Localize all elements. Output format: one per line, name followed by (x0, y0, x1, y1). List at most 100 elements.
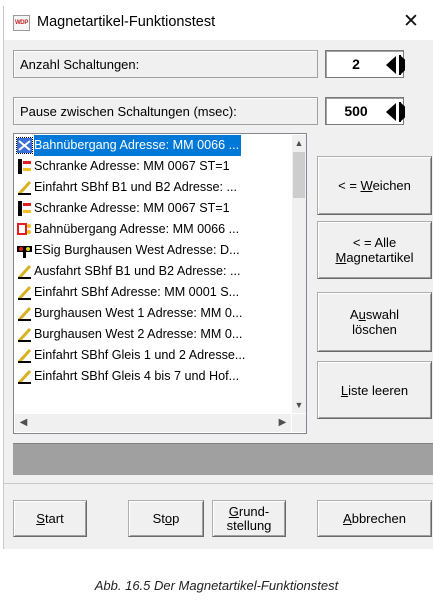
list-item[interactable]: Bahnübergang Adresse: MM 0066 ... (15, 219, 291, 240)
add-turnouts-button[interactable]: < = Weichen (317, 156, 432, 215)
turnout-icon (17, 264, 32, 280)
stop-button[interactable]: Stop (128, 500, 204, 537)
list-item-label: Schranke Adresse: MM 0067 ST=1 (34, 159, 230, 173)
window-title: Magnetartikel-Funktionstest (37, 14, 216, 30)
list-item[interactable]: Einfahrt SBhf Adresse: MM 0001 S... (15, 282, 291, 303)
list-item-label: Einfahrt SBhf Gleis 1 und 2 Adresse... (34, 348, 246, 362)
clear-selection-button[interactable]: Auswahl löschen (317, 292, 432, 352)
scroll-corner (292, 414, 306, 432)
list-item-label: Einfahrt SBhf Adresse: MM 0001 S... (34, 285, 240, 299)
list-item[interactable]: Einfahrt SBhf B1 und B2 Adresse: ... (15, 177, 291, 198)
scroll-down-icon[interactable]: ▼ (292, 397, 306, 413)
list-item-label: Einfahrt SBhf B1 und B2 Adresse: ... (34, 180, 238, 194)
scroll-right-icon[interactable]: ▶ (274, 414, 291, 432)
arrow-right-icon (401, 102, 405, 121)
button-text: St (152, 510, 165, 526)
dialog-window: WDP Magnetartikel-Funktionstest ✕ Anzahl… (3, 6, 433, 549)
close-button[interactable]: ✕ (388, 6, 433, 40)
button-text-line2: Magnetartikel (335, 250, 413, 265)
clear-list-label: Liste leeren (341, 383, 408, 398)
pause-label: Pause zwischen Schaltungen (msec): (20, 104, 237, 119)
clear-list-button[interactable]: Liste leeren (317, 361, 432, 419)
vertical-scrollbar[interactable]: ▲ ▼ (292, 135, 306, 413)
magnet-article-list[interactable]: Bahnübergang Adresse: MM 0066 ... Schrank… (13, 133, 307, 434)
mnemonic: G (228, 503, 239, 519)
barrier-icon (17, 159, 32, 174)
pause-increment-button[interactable] (401, 99, 405, 124)
mnemonic: M (335, 250, 347, 265)
button-text: stellung (226, 517, 272, 533)
turnout-icon (17, 306, 32, 322)
start-button[interactable]: Start (13, 500, 87, 537)
button-text: A (349, 307, 359, 322)
button-text: löschen (352, 322, 397, 337)
button-text: eichen (372, 178, 411, 193)
list-item-label: Ausfahrt SBhf B1 und B2 Adresse: ... (34, 264, 241, 278)
button-text: tart (44, 510, 64, 526)
stop-label: Stop (152, 510, 180, 526)
list-item[interactable]: Burghausen West 2 Adresse: MM 0... (15, 324, 291, 345)
close-icon: ✕ (403, 11, 419, 32)
list-item-label: ESig Burghausen West Adresse: D... (34, 243, 240, 257)
button-text-line1: Grund- (228, 503, 270, 519)
list-item-label: Schranke Adresse: MM 0067 ST=1 (34, 201, 230, 215)
switch-count-row: Anzahl Schaltungen: (13, 50, 318, 78)
button-text: agnetartikel (346, 250, 414, 265)
list-item[interactable]: Ausfahrt SBhf B1 und B2 Adresse: ... (15, 261, 291, 282)
list-item[interactable]: Burghausen West 1 Adresse: MM 0... (15, 303, 291, 324)
list-item[interactable]: Schranke Adresse: MM 0067 ST=1 (15, 156, 291, 177)
list-item[interactable]: Einfahrt SBhf Gleis 1 und 2 Adresse... (15, 345, 291, 366)
start-label: Start (36, 510, 64, 526)
mnemonic: A (343, 510, 352, 526)
level-crossing-icon (16, 137, 33, 154)
list-item-label: Burghausen West 2 Adresse: MM 0... (34, 327, 243, 341)
button-text-line1: Auswahl (350, 307, 399, 322)
mnemonic: W (360, 178, 373, 193)
button-text: swahl (365, 307, 400, 322)
pause-field[interactable]: 500 (325, 97, 405, 125)
status-bar (13, 443, 433, 475)
horizontal-scrollbar[interactable]: ◀ ▶ (15, 414, 291, 432)
list-item-label: Burghausen West 1 Adresse: MM 0... (34, 306, 243, 320)
button-text: bbrechen (351, 510, 406, 526)
entry-signal-icon (17, 243, 32, 258)
switch-count-increment-button[interactable] (401, 52, 405, 77)
pause-decrement-button[interactable] (383, 99, 399, 124)
button-text: rund- (238, 503, 270, 519)
list-item[interactable]: Bahnübergang Adresse: MM 0066 ... (15, 135, 291, 156)
scroll-left-icon[interactable]: ◀ (15, 414, 32, 432)
scroll-up-icon[interactable]: ▲ (292, 135, 306, 151)
add-all-articles-button[interactable]: < = Alle Magnetartikel (317, 221, 432, 279)
switch-count-decrement-button[interactable] (383, 52, 399, 77)
list-item[interactable]: ESig Burghausen West Adresse: D... (15, 240, 291, 261)
arrow-left-icon (386, 102, 396, 121)
pause-row: Pause zwischen Schaltungen (msec): (13, 97, 318, 125)
bottom-button-panel: Start Stop Grund- stellung Abbrechen (4, 483, 433, 549)
cancel-label: Abbrechen (343, 510, 406, 526)
list-item-label: Einfahrt SBhf Gleis 4 bis 7 und Hof... (34, 369, 240, 383)
switch-count-field[interactable]: 2 (325, 50, 405, 78)
turnout-icon (17, 327, 32, 343)
barrier-icon (17, 201, 32, 216)
turnout-icon (17, 180, 32, 196)
list-item-label: Bahnübergang Adresse: MM 0066 ... (34, 222, 240, 236)
button-text: iste leeren (348, 382, 409, 398)
mnemonic: u (358, 307, 366, 322)
cancel-button[interactable]: Abbrechen (317, 500, 432, 537)
list-item-label: Bahnübergang Adresse: MM 0066 ... (34, 135, 242, 156)
turnout-icon (17, 285, 32, 301)
switch-count-label: Anzahl Schaltungen: (20, 57, 140, 72)
button-text: < = Alle (352, 235, 397, 250)
figure-caption: Abb. 16.5 Der Magnetartikel-Funktionstes… (94, 578, 339, 593)
button-text: < = (338, 178, 361, 193)
pause-value: 500 (344, 103, 368, 119)
signal-lights-icon (17, 222, 32, 237)
home-position-button[interactable]: Grund- stellung (212, 500, 286, 537)
add-turnouts-label: < = Weichen (338, 178, 411, 193)
scroll-thumb[interactable] (293, 152, 305, 198)
turnout-icon (17, 348, 32, 364)
title-bar[interactable]: WDP Magnetartikel-Funktionstest ✕ (4, 6, 433, 40)
switch-count-value: 2 (352, 56, 360, 72)
list-item[interactable]: Einfahrt SBhf Gleis 4 bis 7 und Hof... (15, 366, 291, 387)
list-item[interactable]: Schranke Adresse: MM 0067 ST=1 (15, 198, 291, 219)
